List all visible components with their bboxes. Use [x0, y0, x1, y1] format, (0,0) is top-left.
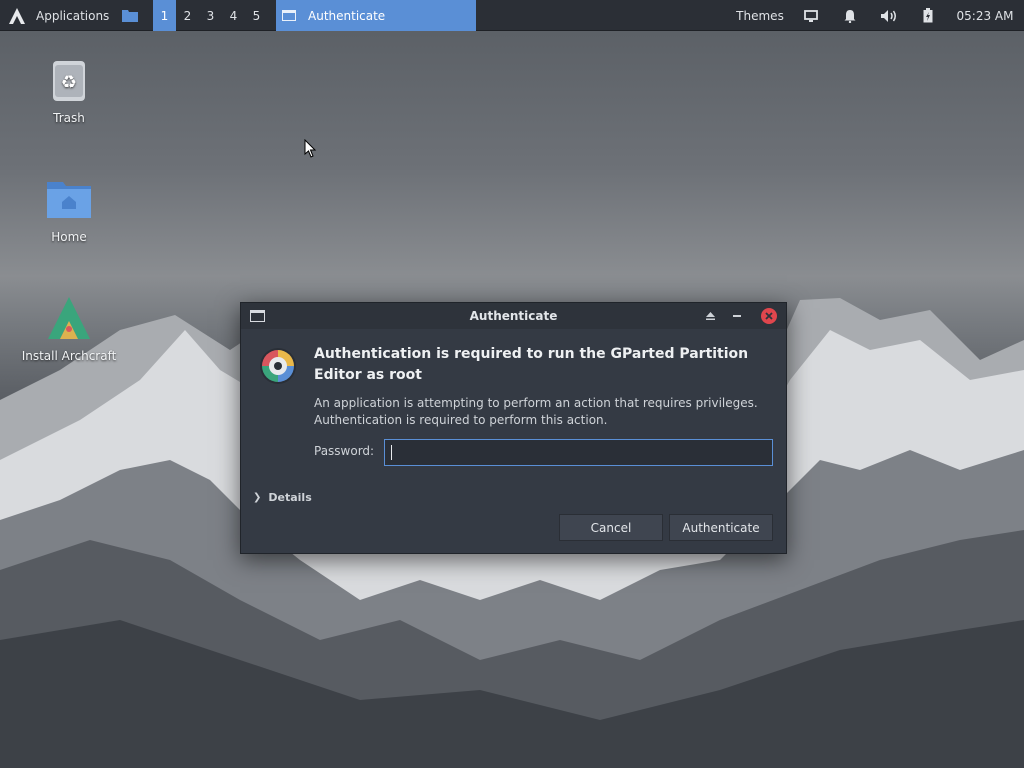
notifications-button[interactable] — [836, 0, 864, 31]
taskbar-item-label: Authenticate — [308, 8, 386, 23]
close-icon — [765, 312, 773, 320]
archcraft-logo-icon — [9, 7, 25, 24]
desktop-icon-label: Home — [51, 230, 87, 244]
archcraft-installer-icon — [48, 297, 90, 339]
workspace-4[interactable]: 4 — [222, 0, 245, 31]
text-caret — [391, 445, 392, 460]
folder-home-icon — [47, 182, 91, 218]
desktop-icon-label: Trash — [53, 111, 85, 125]
authenticate-button[interactable]: Authenticate — [669, 514, 773, 541]
mouse-cursor-icon — [304, 139, 317, 158]
desktop-icon-install-archcraft[interactable]: Install Archcraft — [14, 295, 124, 363]
description-line-2: Authentication is required to perform th… — [314, 413, 608, 427]
battery-button[interactable] — [914, 0, 942, 31]
window-icon — [282, 10, 296, 21]
desktop-icon-trash[interactable]: ♻ Trash — [14, 57, 124, 125]
password-field[interactable] — [384, 439, 773, 466]
desktop-icon-home[interactable]: Home — [14, 176, 124, 244]
desktop-icon-label: Install Archcraft — [21, 349, 117, 363]
password-label: Password: — [314, 444, 375, 458]
details-expander[interactable]: ❯ Details — [253, 491, 312, 504]
display-button[interactable] — [797, 0, 825, 31]
volume-button[interactable] — [875, 0, 903, 31]
window-menu-icon[interactable] — [250, 310, 265, 322]
clock[interactable]: 05:23 AM — [950, 0, 1020, 31]
volume-icon — [881, 9, 896, 22]
workspace-5[interactable]: 5 — [245, 0, 268, 31]
chevron-right-icon: ❯ — [253, 492, 262, 503]
display-icon — [804, 9, 818, 22]
dialog-titlebar[interactable]: Authenticate — [241, 303, 786, 329]
minimize-icon — [733, 315, 741, 317]
details-label: Details — [268, 491, 312, 504]
dialog-heading: Authentication is required to run the GP… — [314, 346, 749, 383]
svg-text:♻: ♻ — [61, 72, 77, 93]
applications-label: Applications — [36, 8, 110, 23]
minimize-button[interactable] — [729, 308, 745, 324]
taskbar-item-authenticate[interactable]: Authenticate — [276, 0, 476, 31]
gparted-icon — [260, 348, 296, 384]
battery-icon — [923, 8, 933, 23]
trash-icon: ♻ — [53, 61, 85, 101]
folder-icon — [122, 10, 138, 22]
top-panel: Applications 1 2 3 4 5 Authenticate Them… — [0, 0, 1024, 31]
keep-above-button[interactable] — [702, 308, 718, 324]
bell-icon — [844, 9, 856, 23]
authenticate-dialog: Authenticate Authentication is required … — [240, 302, 787, 554]
cancel-button[interactable]: Cancel — [559, 514, 663, 541]
description-line-1: An application is attempting to perform … — [314, 396, 758, 410]
applications-menu-button[interactable]: Applications — [4, 0, 113, 31]
themes-button[interactable]: Themes — [730, 0, 790, 31]
workspace-2[interactable]: 2 — [176, 0, 199, 31]
workspace-1[interactable]: 1 — [153, 0, 176, 31]
dialog-description: An application is attempting to perform … — [314, 395, 774, 429]
file-manager-launcher[interactable] — [118, 0, 142, 31]
workspace-3[interactable]: 3 — [199, 0, 222, 31]
eject-icon — [705, 312, 715, 320]
close-button[interactable] — [761, 308, 777, 324]
